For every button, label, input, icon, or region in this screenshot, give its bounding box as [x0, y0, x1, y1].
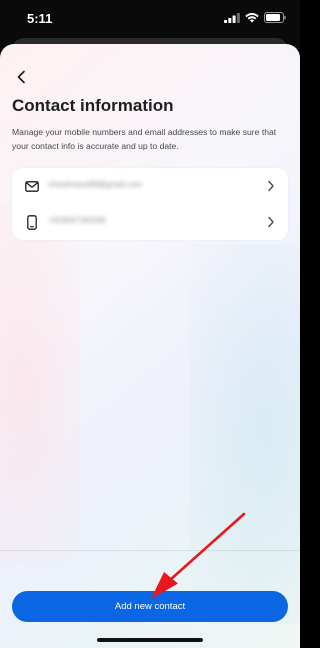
chevron-right-icon [268, 180, 274, 192]
chevron-right-icon [268, 216, 274, 228]
contact-info-sheet: Contact information Manage your mobile n… [0, 44, 300, 648]
contact-value: +919567283290 [48, 216, 107, 225]
contact-row-phone[interactable]: +919567283290 [12, 204, 288, 240]
back-button[interactable] [10, 66, 32, 88]
battery-icon [264, 12, 286, 23]
contacts-card: chiushnaus98@gmail.com +919567283290 [12, 168, 288, 240]
status-bar: 5:11 [0, 0, 300, 38]
contact-value: chiushnaus98@gmail.com [48, 180, 142, 189]
chevron-left-icon [17, 70, 25, 84]
phone-icon [25, 214, 39, 230]
signal-icon [224, 12, 240, 23]
contact-row-email[interactable]: chiushnaus98@gmail.com [12, 168, 288, 204]
page-title: Contact information [12, 96, 174, 115]
mail-icon [25, 179, 39, 193]
phone-screen: 5:11 Contact information Manage your mob… [0, 0, 300, 648]
home-indicator [97, 638, 203, 642]
status-icons [224, 12, 286, 23]
status-time: 5:11 [27, 11, 53, 26]
footer-divider [0, 550, 300, 551]
wifi-icon [245, 12, 259, 23]
add-new-contact-button[interactable]: Add new contact [12, 591, 288, 622]
page-description: Manage your mobile numbers and email add… [12, 127, 277, 151]
